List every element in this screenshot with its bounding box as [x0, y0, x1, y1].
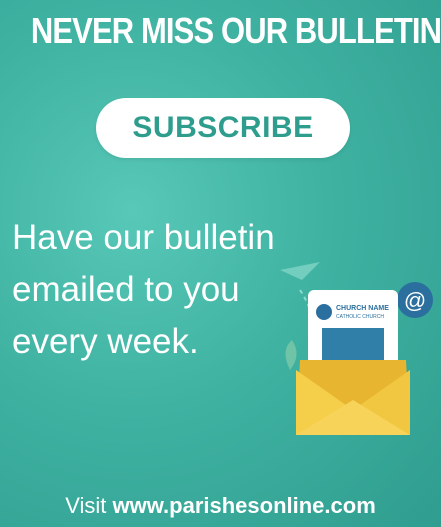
footer-url-link[interactable]: www.parishesonline.com: [113, 493, 376, 518]
card-subtitle: CATHOLIC CHURCH: [336, 314, 384, 320]
envelope-bulletin-icon: @ CHURCH NAME CATHOLIC CHURCH: [280, 262, 433, 435]
footer: Visit www.parishesonline.com: [0, 493, 441, 519]
headline: NEVER MISS OUR BULLETIN!: [30, 10, 441, 51]
body-text: Have our bulletin emailed to you every w…: [12, 212, 312, 368]
at-symbol: @: [404, 288, 426, 313]
church-logo-icon: [316, 304, 332, 320]
card-title: CHURCH NAME: [336, 305, 389, 312]
footer-visit: Visit: [65, 493, 107, 518]
body-line-2: emailed to you: [12, 270, 240, 309]
subscribe-button[interactable]: SUBSCRIBE: [96, 98, 350, 158]
body-line-3: every week.: [12, 322, 199, 361]
paper-plane-icon: [280, 262, 320, 280]
leaf-icon: [285, 340, 297, 370]
body-line-1: Have our bulletin: [12, 218, 275, 257]
